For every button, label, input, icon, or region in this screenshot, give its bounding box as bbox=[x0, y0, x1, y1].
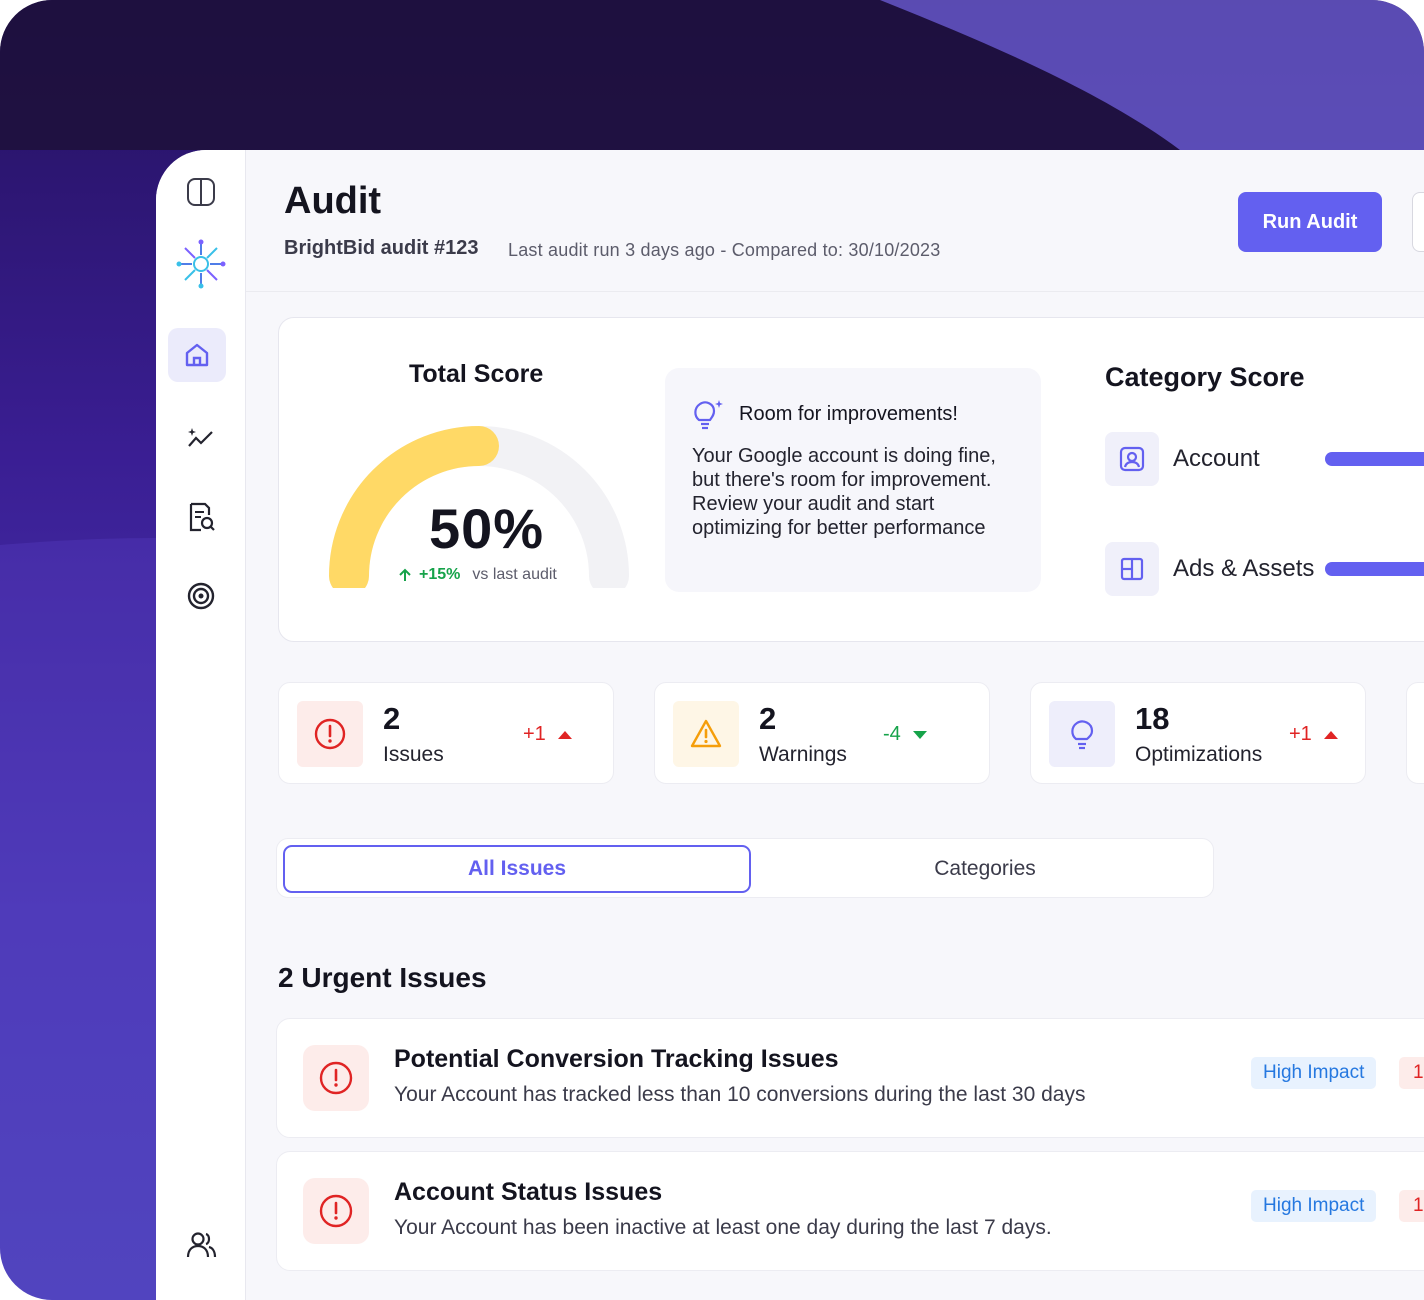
count-badge: 1 bbox=[1399, 1057, 1424, 1089]
impact-badge: High Impact bbox=[1251, 1190, 1377, 1222]
category-score-bar bbox=[1325, 452, 1424, 466]
tab-all-issues[interactable]: All Issues bbox=[283, 845, 751, 893]
page-title: Audit bbox=[284, 180, 382, 222]
stat-card-optimizations[interactable]: 18 Optimizations +1 bbox=[1030, 682, 1366, 784]
issue-title: Potential Conversion Tracking Issues bbox=[394, 1045, 839, 1073]
issue-title: Account Status Issues bbox=[394, 1178, 663, 1206]
category-score-bar bbox=[1325, 562, 1424, 576]
run-audit-button[interactable]: Run Audit bbox=[1238, 192, 1382, 252]
users-icon[interactable] bbox=[156, 1228, 246, 1262]
issue-row[interactable]: Account Status Issues Your Account has b… bbox=[276, 1151, 1424, 1271]
total-score-label: Total Score bbox=[409, 360, 544, 388]
category-label: Account bbox=[1173, 445, 1260, 472]
stat-card-partial[interactable] bbox=[1406, 682, 1424, 784]
stat-number: 2 bbox=[383, 701, 401, 736]
alert-circle-icon bbox=[303, 1178, 369, 1244]
stat-delta: +1 bbox=[1289, 723, 1338, 746]
urgent-issues-heading: 2 Urgent Issues bbox=[278, 962, 487, 993]
category-label: Ads & Assets bbox=[1173, 555, 1315, 582]
report-search-icon[interactable] bbox=[156, 500, 246, 534]
category-row-ads-assets[interactable]: Ads & Assets bbox=[1105, 542, 1424, 596]
stat-label: Optimizations bbox=[1135, 743, 1263, 766]
app-window: Audit BrightBid audit #123 Last audit ru… bbox=[156, 150, 1424, 1300]
stat-delta: +1 bbox=[523, 723, 572, 746]
score-delta: +15% vs last audit bbox=[397, 566, 557, 584]
stat-number: 2 bbox=[759, 701, 777, 736]
alert-circle-icon bbox=[303, 1045, 369, 1111]
warning-triangle-icon bbox=[673, 701, 739, 767]
stat-delta-value: +1 bbox=[523, 723, 546, 745]
issue-description: Your Account has been inactive at least … bbox=[394, 1216, 1052, 1239]
brightbid-logo[interactable] bbox=[156, 236, 246, 292]
tip-header: Room for improvements! bbox=[691, 398, 958, 430]
audit-name: BrightBid audit #123 bbox=[284, 237, 479, 259]
tip-body: Your Google account is doing fine, but t… bbox=[692, 445, 996, 539]
tab-categories[interactable]: Categories bbox=[751, 845, 1219, 893]
main-content: Audit BrightBid audit #123 Last audit ru… bbox=[246, 150, 1424, 1300]
stat-label: Issues bbox=[383, 743, 444, 766]
improvement-tip: Room for improvements! Your Google accou… bbox=[665, 368, 1041, 592]
audit-meta: Last audit run 3 days ago - Compared to:… bbox=[508, 240, 941, 260]
page-header: Audit BrightBid audit #123 Last audit ru… bbox=[246, 150, 1424, 292]
score-value: 50% bbox=[429, 497, 545, 560]
alert-circle-icon bbox=[297, 701, 363, 767]
category-row-account[interactable]: Account bbox=[1105, 432, 1424, 486]
score-card: Total Score 50% +15% vs last audit Room … bbox=[278, 317, 1424, 642]
stat-delta: -4 bbox=[883, 723, 927, 746]
arrow-up-icon bbox=[399, 568, 411, 581]
analytics-sparkle-icon[interactable] bbox=[156, 422, 246, 454]
count-badge: 1 bbox=[1399, 1190, 1424, 1222]
lightbulb-sparkle-icon bbox=[694, 400, 723, 430]
category-score-title: Category Score bbox=[1105, 362, 1305, 392]
stat-card-warnings[interactable]: 2 Warnings -4 bbox=[654, 682, 990, 784]
target-icon[interactable] bbox=[156, 580, 246, 612]
issue-row[interactable]: Potential Conversion Tracking Issues You… bbox=[276, 1018, 1424, 1138]
triangle-up-icon bbox=[1323, 730, 1338, 739]
sidebar-toggle-icon[interactable] bbox=[156, 176, 246, 208]
layout-icon bbox=[1105, 542, 1159, 596]
stat-label: Warnings bbox=[759, 743, 847, 766]
triangle-up-icon bbox=[557, 730, 572, 739]
impact-badge: High Impact bbox=[1251, 1057, 1377, 1089]
sidebar bbox=[156, 150, 246, 1300]
triangle-down-icon bbox=[912, 730, 927, 739]
issue-description: Your Account has tracked less than 10 co… bbox=[394, 1083, 1086, 1106]
home-icon[interactable] bbox=[168, 328, 226, 382]
stat-delta-value: +1 bbox=[1289, 723, 1312, 745]
tip-title: Room for improvements! bbox=[739, 402, 958, 425]
lightbulb-icon bbox=[1049, 701, 1115, 767]
score-delta-text: vs last audit bbox=[472, 566, 557, 583]
secondary-action-button[interactable] bbox=[1412, 192, 1424, 252]
stat-delta-value: -4 bbox=[883, 723, 901, 745]
stat-number: 18 bbox=[1135, 701, 1170, 736]
score-delta-value: +15% bbox=[419, 566, 461, 583]
stat-card-issues[interactable]: 2 Issues +1 bbox=[278, 682, 614, 784]
issue-tabs: All Issues Categories bbox=[276, 838, 1214, 898]
account-icon bbox=[1105, 432, 1159, 486]
